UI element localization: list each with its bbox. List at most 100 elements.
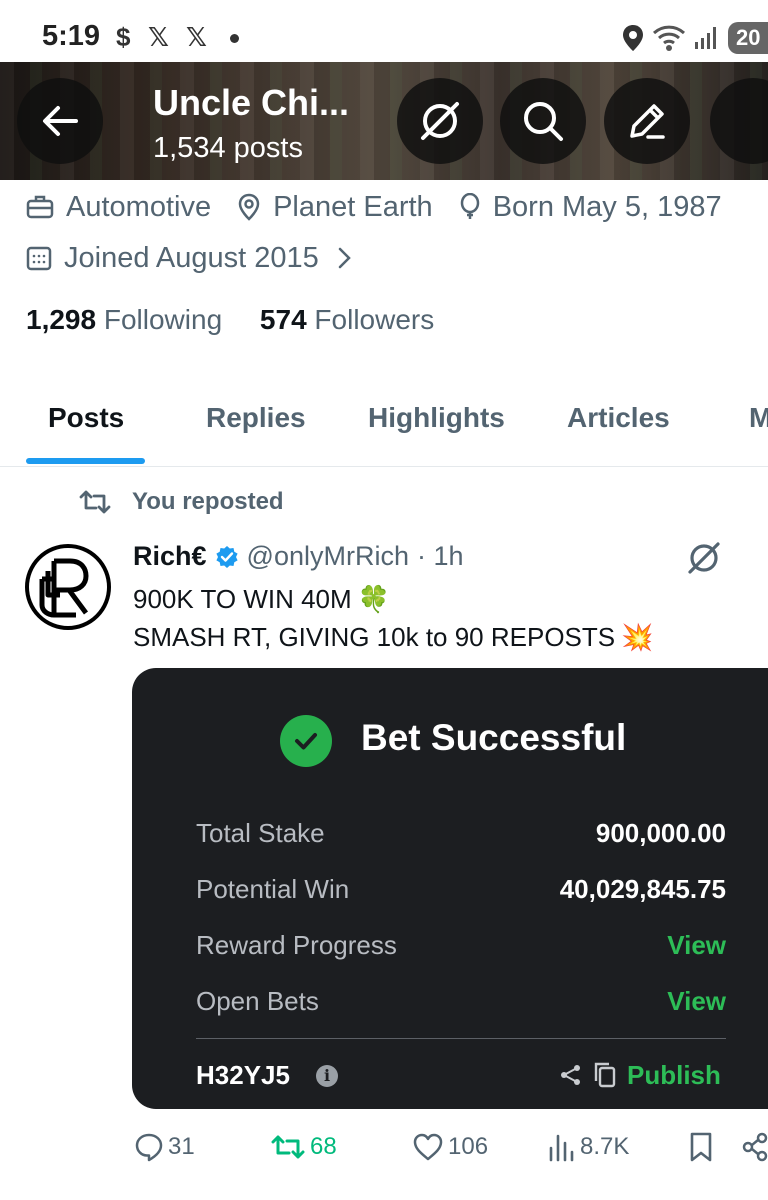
profile-joined[interactable]: Joined August 2015	[26, 242, 365, 275]
views-count: 8.7K	[580, 1133, 630, 1160]
grok-post-icon[interactable]	[686, 540, 722, 576]
tab-replies[interactable]: Replies	[206, 402, 306, 434]
bookmark-icon	[690, 1132, 712, 1162]
post-line-1: 900K TO WIN 40M	[133, 584, 352, 614]
profile-tabs: Posts Replies Highlights Articles M	[0, 380, 768, 467]
tab-media[interactable]: M	[749, 402, 768, 434]
birthday-label: Born May 5, 1987	[492, 190, 722, 223]
success-check-icon	[280, 715, 332, 767]
repost-label: You reposted	[132, 488, 284, 515]
booking-code: H32YJ5	[196, 1060, 290, 1090]
potential-win-value: 40,029,845.75	[559, 874, 726, 904]
reward-progress-view: View	[667, 930, 726, 960]
total-stake-value: 900,000.00	[595, 818, 726, 848]
profile-birthday: Born May 5, 1987	[459, 191, 722, 224]
open-bets-label: Open Bets	[196, 986, 319, 1016]
share-nodes-icon	[561, 1065, 580, 1085]
total-stake-label: Total Stake	[196, 818, 325, 848]
back-button[interactable]	[17, 78, 103, 164]
followers-label: Followers	[314, 304, 435, 335]
reply-count: 31	[168, 1133, 195, 1160]
battery-indicator: 20	[728, 22, 768, 54]
views-chart-icon	[549, 1134, 574, 1162]
cashapp-icon: $	[116, 22, 131, 52]
profile-info-row: Automotive Planet Earth Born May 5, 1987	[26, 189, 748, 225]
reply-bubble-icon	[135, 1133, 163, 1162]
signal-icon	[695, 27, 716, 49]
author-name[interactable]: Rich€	[133, 541, 207, 572]
share-icon	[742, 1132, 768, 1162]
card-divider	[196, 1038, 726, 1039]
location-icon	[623, 25, 643, 51]
views-button[interactable]: 8.7K	[548, 1128, 629, 1166]
grok-button[interactable]	[397, 78, 483, 164]
back-arrow-icon	[43, 106, 78, 136]
followers-link[interactable]: 574 Followers	[260, 304, 434, 335]
repost-indicator: You reposted	[78, 488, 284, 516]
share-button[interactable]	[742, 1128, 768, 1166]
bookmark-button[interactable]	[688, 1128, 714, 1166]
search-button[interactable]	[500, 78, 586, 164]
pencil-icon	[630, 104, 665, 139]
notification-dot	[230, 34, 239, 43]
author-avatar[interactable]	[24, 543, 112, 631]
more-vertical-icon	[730, 98, 768, 144]
copy-icon	[594, 1062, 616, 1088]
post-time: · 1h	[416, 541, 464, 571]
more-options-button[interactable]	[710, 78, 768, 164]
like-button[interactable]: 106	[412, 1128, 488, 1166]
balloon-icon	[460, 193, 479, 219]
info-icon: i	[316, 1065, 338, 1087]
calendar-icon	[26, 246, 52, 271]
location-pin-icon	[238, 193, 260, 221]
x-app-icon: 𝕏	[148, 22, 169, 52]
repost-icon	[79, 490, 111, 514]
location-label: Planet Earth	[273, 190, 433, 223]
grok-icon	[421, 102, 459, 140]
following-link[interactable]: 1,298 Following	[26, 304, 222, 335]
post-text-line-2: SMASH RT, GIVING 10k to 90 REPOSTS 💥	[133, 622, 654, 653]
following-count: 1,298	[26, 304, 97, 335]
edit-button[interactable]	[604, 78, 690, 164]
publish-label: Publish	[627, 1060, 721, 1090]
profile-location: Planet Earth	[237, 191, 433, 224]
following-label: Following	[103, 304, 223, 335]
open-bets-view: View	[667, 986, 726, 1016]
repost-button[interactable]: 68	[270, 1128, 337, 1166]
followers-count: 574	[259, 304, 307, 335]
clover-icon: 🍀	[357, 584, 391, 614]
tab-articles[interactable]: Articles	[567, 402, 670, 434]
wifi-icon	[652, 25, 686, 51]
repost-count: 68	[310, 1133, 337, 1160]
potential-win-label: Potential Win	[196, 874, 350, 904]
verified-badge-icon	[215, 545, 238, 568]
collision-icon: 💥	[621, 622, 654, 652]
posts-count: 1,534 posts	[153, 132, 303, 164]
bet-slip-image[interactable]: Bet Successful Total Stake 900,000.00 Po…	[132, 668, 768, 1109]
rich-logo-icon	[25, 544, 111, 630]
briefcase-icon	[26, 195, 54, 219]
profile-category: Automotive	[26, 191, 211, 224]
post-text-line-1: 900K TO WIN 40M 🍀	[133, 584, 390, 615]
tab-highlights[interactable]: Highlights	[368, 402, 505, 434]
heart-icon	[413, 1133, 443, 1161]
author-handle[interactable]: @onlyMrRich	[247, 541, 409, 572]
reply-button[interactable]: 31	[134, 1128, 195, 1166]
status-time: 5:19	[42, 20, 101, 52]
x-app-icon-2: 𝕏	[186, 22, 207, 52]
category-label: Automotive	[66, 190, 212, 223]
active-tab-indicator	[26, 458, 145, 464]
profile-joined-row[interactable]: Joined August 2015	[26, 240, 391, 276]
like-count: 106	[448, 1133, 489, 1160]
chevron-right-icon	[338, 247, 351, 269]
profile-name: Uncle Chi...	[153, 82, 350, 123]
joined-label: Joined August 2015	[64, 241, 319, 274]
reward-progress-label: Reward Progress	[196, 930, 397, 960]
status-bar: 5:19 $ 𝕏 𝕏 20	[0, 0, 768, 64]
bet-title: Bet Successful	[361, 717, 627, 758]
tab-posts[interactable]: Posts	[48, 402, 124, 434]
post-line-2: SMASH RT, GIVING 10k to 90 REPOSTS	[133, 622, 616, 652]
search-icon	[524, 102, 563, 141]
follow-counts: 1,298 Following 574 Followers	[26, 304, 434, 336]
profile-header-banner: Uncle Chi... 1,534 posts	[0, 62, 768, 180]
